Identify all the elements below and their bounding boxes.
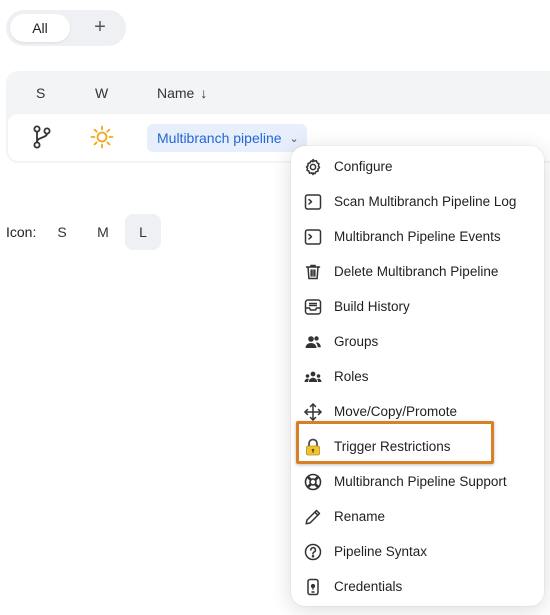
menu-item-label: Move/Copy/Promote xyxy=(334,404,458,419)
menu-item-move-copy-promote[interactable]: Move/Copy/Promote xyxy=(291,395,544,429)
sun-icon xyxy=(90,125,114,149)
menu-item-label: Build History xyxy=(334,299,410,314)
menu-item-scan-log[interactable]: Scan Multibranch Pipeline Log xyxy=(291,185,544,219)
header-name[interactable]: Name ↓ xyxy=(157,85,207,101)
view-tabs: All + xyxy=(6,10,126,46)
menu-item-label: Delete Multibranch Pipeline xyxy=(334,264,499,279)
phone-key-icon xyxy=(304,578,322,596)
branch-icon xyxy=(32,125,52,149)
pencil-icon xyxy=(304,508,322,526)
menu-item-pipeline-support[interactable]: Multibranch Pipeline Support xyxy=(291,465,544,499)
menu-item-build-history[interactable]: Build History xyxy=(291,290,544,324)
icon-size-label: Icon: xyxy=(6,224,37,240)
lifebuoy-icon xyxy=(304,473,322,491)
tab-all[interactable]: All xyxy=(10,14,70,42)
terminal-icon xyxy=(304,193,322,211)
menu-item-roles[interactable]: Roles xyxy=(291,360,544,394)
arrow-down-icon: ↓ xyxy=(200,85,208,101)
menu-item-label: Scan Multibranch Pipeline Log xyxy=(334,194,517,209)
menu-item-credentials[interactable]: Credentials xyxy=(291,570,544,604)
gear-icon xyxy=(304,158,322,176)
terminal-icon xyxy=(304,228,322,246)
people-group-icon xyxy=(304,368,322,386)
menu-item-configure[interactable]: Configure xyxy=(291,150,544,184)
menu-item-label: Multibranch Pipeline Support xyxy=(334,474,507,489)
icon-size-s[interactable]: S xyxy=(44,214,80,250)
menu-item-label: Trigger Restrictions xyxy=(334,439,451,454)
menu-item-label: Groups xyxy=(334,334,379,349)
inbox-icon xyxy=(304,298,322,316)
lock-icon xyxy=(304,438,322,456)
job-context-menu: Configure Scan Multibranch Pipeline Log … xyxy=(291,146,544,606)
plus-icon: + xyxy=(94,16,106,38)
trash-icon xyxy=(304,263,322,281)
header-weather[interactable]: W xyxy=(95,85,108,101)
job-name-label: Multibranch pipeline xyxy=(157,130,282,146)
menu-item-pipeline-events[interactable]: Multibranch Pipeline Events xyxy=(291,220,544,254)
menu-item-label: Rename xyxy=(334,509,386,524)
icon-size-l[interactable]: L xyxy=(125,214,161,250)
header-name-label: Name xyxy=(157,85,195,101)
menu-item-groups[interactable]: Groups xyxy=(291,325,544,359)
menu-item-pipeline-syntax[interactable]: Pipeline Syntax xyxy=(291,535,544,569)
menu-item-trigger-restrictions[interactable]: Trigger Restrictions xyxy=(291,430,544,464)
icon-size-m[interactable]: M xyxy=(85,214,121,250)
move-icon xyxy=(304,403,322,421)
menu-item-rename[interactable]: Rename xyxy=(291,500,544,534)
menu-item-label: Multibranch Pipeline Events xyxy=(334,229,501,244)
menu-item-label: Pipeline Syntax xyxy=(334,544,428,559)
menu-item-delete[interactable]: Delete Multibranch Pipeline xyxy=(291,255,544,289)
help-circle-icon xyxy=(304,543,322,561)
people-icon xyxy=(304,333,322,351)
menu-item-label: Configure xyxy=(334,159,393,174)
header-status[interactable]: S xyxy=(36,85,45,101)
add-view-button[interactable]: + xyxy=(84,14,116,42)
menu-item-label: Credentials xyxy=(334,579,403,594)
menu-item-label: Roles xyxy=(334,369,369,384)
job-name-link[interactable]: Multibranch pipeline ⌄ xyxy=(147,124,307,152)
